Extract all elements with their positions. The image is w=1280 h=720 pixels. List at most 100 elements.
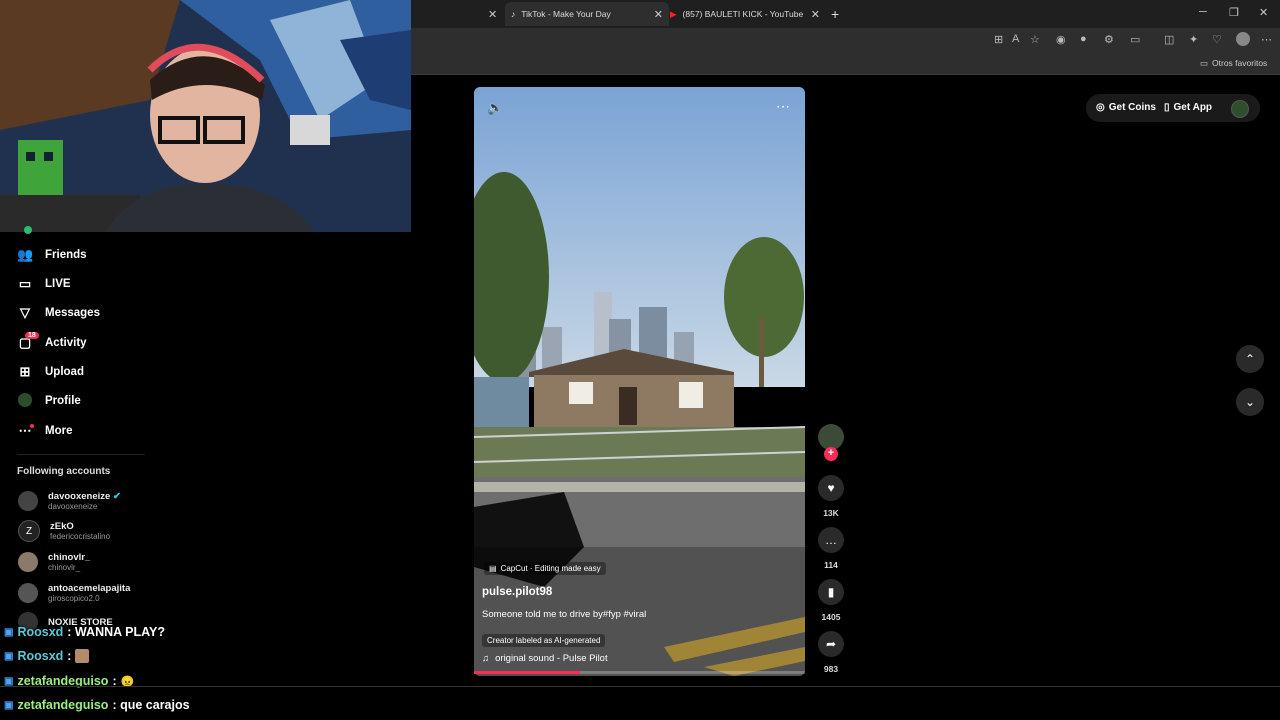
upload-icon: ⊞ <box>19 364 31 379</box>
emote-icon <box>75 649 90 663</box>
webcam-image <box>0 0 411 232</box>
effect-chip[interactable]: ▤ CapCut · Editing made easy <box>484 562 606 575</box>
collections-icon[interactable]: ✦ <box>1189 33 1198 46</box>
menu-dots-icon[interactable]: ⋯ <box>1261 33 1272 46</box>
new-tab-button[interactable]: + <box>831 2 839 26</box>
minimize-icon[interactable]: ─ <box>1199 6 1207 18</box>
chat-text: : que carajos <box>112 698 190 712</box>
get-app-button[interactable]: ▯ Get App <box>1164 102 1212 113</box>
video-author[interactable]: pulse.pilot98 <box>482 586 552 598</box>
chat-message: ▣ zetafandeguiso : 😠 <box>4 671 134 691</box>
close-tab-icon[interactable]: ✕ <box>654 8 663 21</box>
like-button[interactable]: ♥ <box>818 475 844 501</box>
share-count: 983 <box>823 664 839 674</box>
volume-icon[interactable]: 🔈 <box>487 100 503 116</box>
next-video-button[interactable]: ⌄ <box>1236 388 1264 416</box>
notification-dot <box>30 424 34 428</box>
video-progress-fill <box>474 671 580 674</box>
account-name: chinovlr_ <box>48 552 91 563</box>
comment-icon: … <box>825 533 837 547</box>
status-dot <box>24 226 32 234</box>
other-favorites-label: Otros favoritos <box>1212 58 1268 68</box>
avatar[interactable] <box>1231 100 1249 118</box>
bookmark-icon: ▮ <box>827 585 835 599</box>
divider <box>0 686 1280 687</box>
ai-label-text: Creator labeled as AI-generated <box>482 634 606 647</box>
comment-count: 114 <box>824 560 838 570</box>
chat-message: ▣ zetafandeguiso : que carajos <box>4 695 190 715</box>
sidebar-item-upload[interactable]: ⊞ Upload <box>17 361 84 383</box>
tab-tiktok[interactable]: ♪ TikTok - Make Your Day ✕ <box>505 2 669 26</box>
following-account[interactable]: Z zEkO federicocristalino <box>18 519 110 543</box>
chevron-down-icon: ⌄ <box>1244 395 1256 409</box>
friends-icon: 👥 <box>17 247 34 262</box>
profile-avatar[interactable] <box>1236 32 1250 46</box>
sidebar-item-label: Messages <box>45 307 100 319</box>
heart-icon[interactable]: ♡ <box>1212 33 1222 46</box>
close-tab-icon[interactable]: ✕ <box>811 8 820 21</box>
app-icon[interactable]: ⊞ <box>994 33 1003 46</box>
get-coins-label: Get Coins <box>1108 102 1156 113</box>
chat-text: : WANNA PLAY? <box>67 625 165 639</box>
account-handle: davooxeneize <box>48 502 98 511</box>
chat-username: Roosxd <box>17 649 64 663</box>
tiktok-icon: ♪ <box>511 9 516 19</box>
chevron-up-icon: ⌃ <box>1244 352 1256 366</box>
sidebar-item-label: Friends <box>45 249 87 261</box>
sidebar-item-label: Activity <box>45 337 87 349</box>
video-sound[interactable]: ♫ original sound - Pulse Pilot <box>482 653 608 664</box>
sidebar-item-messages[interactable]: ▽ Messages <box>17 302 100 324</box>
capcut-icon: ▤ <box>489 564 497 573</box>
video-caption[interactable]: Someone told me to drive by#fyp #viral <box>482 609 646 620</box>
account-name: davooxeneize <box>48 491 111 502</box>
following-account[interactable]: davooxeneize ✔ davooxeneize <box>18 489 121 513</box>
activity-icon: ▢ 18 <box>17 332 39 351</box>
follow-plus-icon[interactable]: + <box>824 447 838 461</box>
tab-youtube[interactable]: ▶ (857) BAULETI KICK - YouTube ✕ <box>670 2 820 26</box>
account-handle: giroscopico2.0 <box>48 594 100 603</box>
phone-icon: ▯ <box>1164 102 1170 113</box>
cast-icon[interactable]: ▭ <box>1130 33 1140 46</box>
following-account[interactable]: antoacemelapajita giroscopico2.0 <box>18 581 130 605</box>
sidebar-item-live[interactable]: ▭ LIVE <box>17 273 71 295</box>
comment-button[interactable]: … <box>818 527 844 553</box>
save-button[interactable]: ▮ <box>818 579 844 605</box>
other-favorites-folder[interactable]: ▭ Otros favoritos <box>1200 58 1267 69</box>
extension-icon[interactable]: ◉ <box>1056 33 1066 46</box>
share-button[interactable]: ➦ <box>818 631 844 657</box>
divider <box>17 454 145 455</box>
chat-username: zetafandeguiso <box>17 698 109 712</box>
chat-badge-icon: ▣ <box>4 675 14 687</box>
sidebar-item-more[interactable]: ⋯ More <box>17 420 73 442</box>
extension-icon[interactable]: ● <box>1080 33 1087 45</box>
get-coins-button[interactable]: ◎ Get Coins <box>1096 102 1156 113</box>
close-window-icon[interactable]: ✕ <box>1259 6 1268 19</box>
sidebar-item-profile[interactable]: Profile <box>17 390 81 412</box>
youtube-icon: ▶ <box>670 8 677 19</box>
translate-icon[interactable]: A <box>1012 33 1019 45</box>
tab-label: TikTok - Make Your Day <box>521 9 611 19</box>
save-count: 1405 <box>821 612 841 622</box>
sidebar-item-activity[interactable]: ▢ 18 Activity <box>17 332 87 354</box>
notification-badge: 18 <box>25 332 39 339</box>
sidebar-item-label: Upload <box>45 366 84 378</box>
avatar <box>18 491 38 511</box>
restore-icon[interactable]: ❐ <box>1229 6 1239 19</box>
avatar <box>18 552 38 572</box>
extension-icon[interactable]: ⚙ <box>1104 33 1114 46</box>
split-screen-icon[interactable]: ◫ <box>1164 33 1174 46</box>
tab-label: (857) BAULETI KICK - YouTube <box>682 9 804 19</box>
profile-icon <box>17 392 33 410</box>
previous-video-button[interactable]: ⌃ <box>1236 345 1264 373</box>
close-tab-icon[interactable]: ✕ <box>488 2 497 26</box>
ai-label: Creator labeled as AI-generated <box>482 630 606 648</box>
heart-icon: ♥ <box>827 481 835 495</box>
get-app-label: Get App <box>1173 102 1213 113</box>
sidebar-item-label: More <box>45 425 73 437</box>
more-options-icon[interactable]: ⋯ <box>776 98 790 115</box>
following-account[interactable]: chinovlr_ chinovlr_ <box>18 550 90 574</box>
sidebar-item-friends[interactable]: 👥 Friends <box>17 244 87 266</box>
favorite-star-icon[interactable]: ☆ <box>1030 33 1040 46</box>
chat-message: ▣ Roosxd : WANNA PLAY? <box>4 622 165 642</box>
video-progress-track[interactable] <box>474 671 805 674</box>
